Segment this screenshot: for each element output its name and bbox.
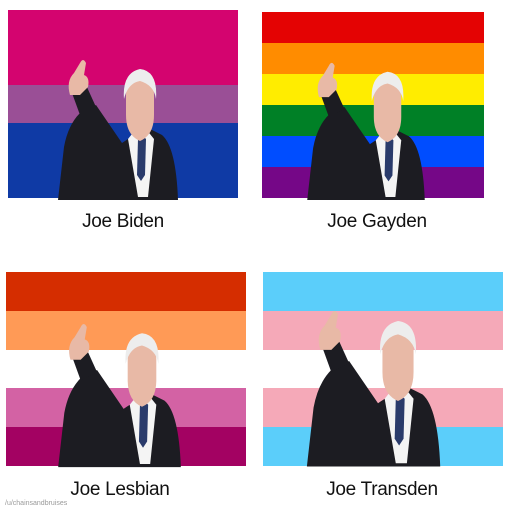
pointing-man-image (58, 60, 178, 200)
flag-stripe (8, 10, 238, 48)
caption-joe-gayden: Joe Gayden (327, 211, 427, 232)
pointing-man-image (307, 62, 425, 200)
caption-joe-lesbian: Joe Lesbian (70, 479, 170, 500)
caption-joe-transden: Joe Transden (326, 479, 438, 500)
watermark-text: /u/chainsandbruises (5, 500, 68, 507)
flag-stripe (6, 272, 246, 311)
caption-joe-biden: Joe Biden (82, 211, 164, 232)
pointing-man-image (58, 324, 181, 468)
pointing-man-image (306, 311, 441, 467)
flag-stripe (262, 12, 484, 43)
